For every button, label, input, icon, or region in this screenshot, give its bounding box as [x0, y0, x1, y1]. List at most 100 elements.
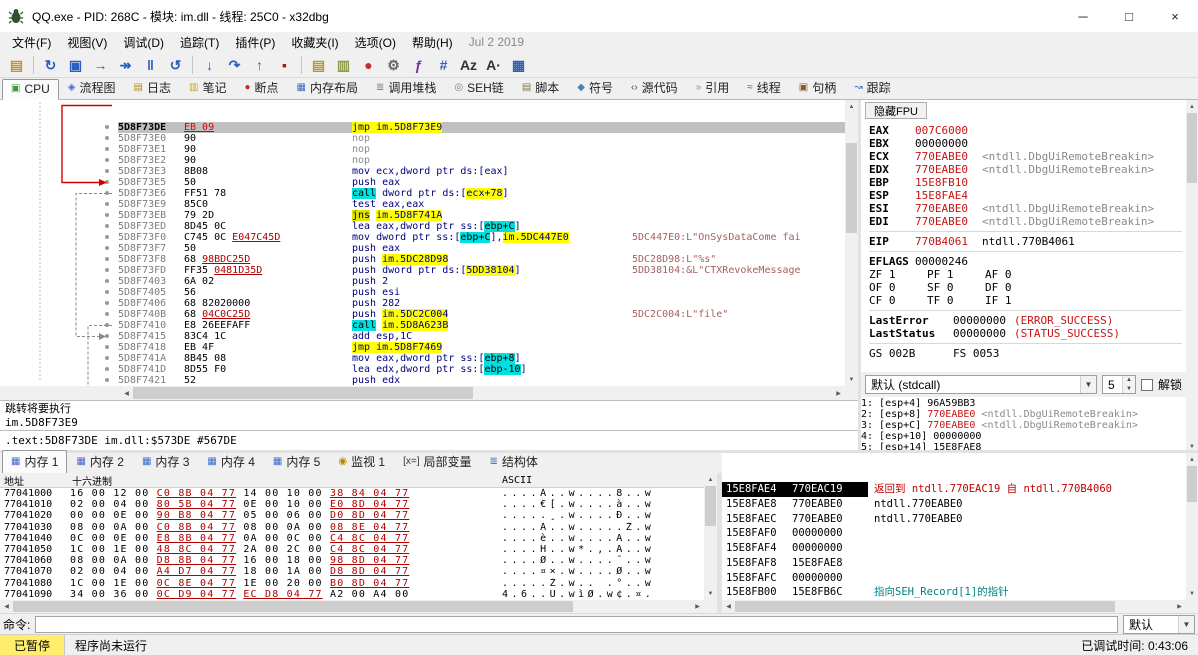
appearance-button[interactable]: Az — [456, 53, 481, 76]
scrollbar-track[interactable] — [13, 600, 691, 613]
tab-script[interactable]: ▤脚本 — [513, 76, 568, 100]
stack-pane[interactable]: 15E8FAE4770EAC19返回到 ntdll.770EAC19 自 ntd… — [722, 453, 1186, 600]
flags-row[interactable]: ZF 1PF 1AF 0 — [869, 268, 1182, 281]
functions-button[interactable]: ƒ — [406, 53, 431, 76]
disasm-row[interactable]: 5D8F73E985C0test eax,eax — [0, 199, 845, 210]
scrollbar-track[interactable] — [1186, 466, 1198, 587]
chevron-down-icon[interactable]: ▼ — [1080, 376, 1096, 393]
dump-row[interactable]: 770410501C 00 1E 00 48 8C 04 77 2A 00 2C… — [0, 544, 704, 555]
tab-references[interactable]: »引用 — [687, 76, 739, 100]
shortcuts-button[interactable]: # — [431, 53, 456, 76]
register-row[interactable]: EBX00000000 — [869, 137, 1182, 150]
notes-window-button[interactable]: ▥ — [331, 53, 356, 76]
menu-item[interactable]: 收藏夹(I) — [283, 32, 346, 53]
tab-dump1[interactable]: ▦内存 1 — [2, 450, 67, 474]
disasm-row[interactable]: 5D8F73F0C745 0C E047C45Dmov dword ptr ss… — [0, 232, 845, 243]
disasm-row[interactable]: 5D8F740B68 04C0C25Dpush im.5DC2C0045DC2C… — [0, 309, 845, 320]
close-debuggee-button[interactable]: ▪ — [272, 53, 297, 76]
dump-rows[interactable]: 7704100016 00 12 00 C0 8B 04 77 14 00 10… — [0, 488, 704, 600]
scroll-up-icon[interactable]: ▲ — [845, 100, 858, 113]
calculator-button[interactable]: ▦ — [506, 53, 531, 76]
disasm-row[interactable]: 5D8F73F750push eax — [0, 243, 845, 254]
menu-item[interactable]: 插件(P) — [227, 32, 283, 53]
register-row[interactable]: EIP770B4061ntdll.770B4061 — [869, 235, 1182, 248]
scrollbar-thumb[interactable] — [1187, 113, 1197, 183]
argument-row[interactable]: 2: [esp+8] 770EABE0 <ntdll.DbgUiRemoteBr… — [861, 409, 1186, 420]
argument-row[interactable]: 1: [esp+4] 96A59BB3 — [861, 398, 1186, 409]
command-input[interactable] — [35, 616, 1118, 633]
stack-row[interactable]: 15E8FAF000000000 — [722, 526, 1186, 541]
run-button[interactable]: → — [88, 53, 113, 76]
tab-locals[interactable]: [x=]局部变量 — [394, 450, 480, 474]
scrollbar-thumb[interactable] — [735, 601, 1115, 612]
tab-dump5[interactable]: ▦内存 5 — [264, 450, 329, 474]
disasm-row[interactable]: 5D8F73E090nop — [0, 133, 845, 144]
scroll-up-icon[interactable]: ▲ — [1186, 453, 1198, 466]
disasm-row[interactable]: 5D8F741A8B45 08mov eax,dword ptr ss:[ebp… — [0, 353, 845, 364]
argument-count-stepper[interactable]: 5 ▲▼ — [1102, 375, 1136, 394]
register-row[interactable]: EDX770EABE0<ntdll.DbgUiRemoteBreakin> — [869, 163, 1182, 176]
stop-button[interactable]: ▣ — [63, 53, 88, 76]
menu-item[interactable]: 文件(F) — [4, 32, 59, 53]
breakpoints-window-button[interactable]: ● — [356, 53, 381, 76]
disasm-row[interactable]: 5D8F7418EB 4Fjmp im.5D8F7469 — [0, 342, 845, 353]
disasm-row[interactable]: 5D8F742152push edx — [0, 375, 845, 386]
disasm-row[interactable]: 5D8F73ED8D45 0Clea eax,dword ptr ss:[ebp… — [0, 221, 845, 232]
scroll-left-icon[interactable]: ◀ — [0, 600, 13, 613]
command-profile-select[interactable]: 默认 ▼ — [1123, 615, 1195, 634]
register-row[interactable]: EFLAGS00000246 — [869, 255, 1182, 268]
highlighting-button[interactable]: A· — [481, 53, 506, 76]
scrollbar-thumb[interactable] — [1187, 466, 1197, 502]
tab-watch1[interactable]: ◉监视 1 — [329, 450, 394, 474]
step-into-button[interactable]: ↓ — [197, 53, 222, 76]
register-row[interactable]: EBP15E8FB10 — [869, 176, 1182, 189]
scroll-right-icon[interactable]: ▶ — [832, 386, 845, 400]
disasm-vertical-scrollbar[interactable]: ▲ ▼ — [845, 100, 858, 386]
stack-row[interactable]: 15E8FAF815E8FAE8 — [722, 556, 1186, 571]
tab-source[interactable]: ‹›源代码 — [622, 76, 687, 100]
dump-row[interactable]: 7704107002 00 04 00 A4 D7 04 77 18 00 1A… — [0, 566, 704, 577]
register-row[interactable]: LastError00000000(ERROR_SUCCESS) — [869, 314, 1182, 327]
scrollbar-track[interactable] — [133, 386, 832, 400]
flags-row[interactable]: CF 0TF 0IF 1 — [869, 294, 1182, 307]
settings-button[interactable]: ⚙ — [381, 53, 406, 76]
stack-row[interactable]: 15E8FAFC00000000 — [722, 571, 1186, 586]
tab-dump3[interactable]: ▦内存 3 — [133, 450, 198, 474]
pause-button[interactable]: ‖ — [138, 53, 163, 76]
minimize-button[interactable]: ─ — [1060, 0, 1106, 32]
animate-button[interactable]: ↺ — [163, 53, 188, 76]
log-window-button[interactable]: ▤ — [306, 53, 331, 76]
tab-notes[interactable]: ▥笔记 — [180, 76, 235, 100]
restart-button[interactable]: ↻ — [38, 53, 63, 76]
dump-row[interactable]: 7704109034 00 36 00 0C D9 04 77 EC D8 04… — [0, 589, 704, 600]
scroll-left-icon[interactable]: ◀ — [722, 600, 735, 613]
disasm-row[interactable]: 5D8F73F868 98BDC25Dpush im.5DC28D985DC28… — [0, 254, 845, 265]
register-row[interactable]: ESI770EABE0<ntdll.DbgUiRemoteBreakin> — [869, 202, 1182, 215]
menu-item[interactable]: 视图(V) — [59, 32, 115, 53]
disasm-row[interactable]: 5D8F74036A 02push 2 — [0, 276, 845, 287]
scroll-right-icon[interactable]: ▶ — [691, 600, 704, 613]
flags-row[interactable]: OF 0SF 0DF 0 — [869, 281, 1182, 294]
tab-seh[interactable]: ◎SEH链 — [445, 76, 512, 100]
unlock-checkbox[interactable] — [1141, 379, 1153, 391]
open-file-button[interactable]: ▤ — [4, 53, 29, 76]
menu-item[interactable]: 帮助(H) — [404, 32, 461, 53]
scroll-down-icon[interactable]: ▼ — [704, 587, 717, 600]
scroll-up-icon[interactable]: ▲ — [1186, 100, 1198, 113]
tab-call-stack[interactable]: ≣调用堆栈 — [367, 76, 445, 100]
dump-row[interactable]: 7704106008 00 0A 00 D8 8B 04 77 16 00 18… — [0, 555, 704, 566]
scroll-right-icon[interactable]: ▶ — [1173, 600, 1186, 613]
scroll-left-icon[interactable]: ◀ — [120, 386, 133, 400]
stack-row[interactable]: 15E8FAEC770EABE0ntdll.770EABE0 — [722, 512, 1186, 527]
run-to-return-button[interactable]: ↑ — [247, 53, 272, 76]
disasm-row[interactable]: 5D8F73E550push eax — [0, 177, 845, 188]
dump-row[interactable]: 770410801C 00 1E 00 0C 8E 04 77 1E 00 20… — [0, 578, 704, 589]
scrollbar-thumb[interactable] — [846, 143, 857, 233]
dump-row[interactable]: 7704103008 00 0A 00 C0 8B 04 77 08 00 0A… — [0, 522, 704, 533]
tab-memory-map[interactable]: ▦内存布局 — [288, 76, 367, 100]
scroll-down-icon[interactable]: ▼ — [845, 373, 858, 386]
dump-horizontal-scrollbar[interactable]: ◀ ▶ — [0, 600, 704, 613]
stack-row[interactable]: 15E8FAF400000000 — [722, 541, 1186, 556]
segment-row[interactable]: GS 002BFS 0053 — [869, 347, 1182, 360]
tab-struct[interactable]: ≣结构体 — [481, 450, 547, 474]
